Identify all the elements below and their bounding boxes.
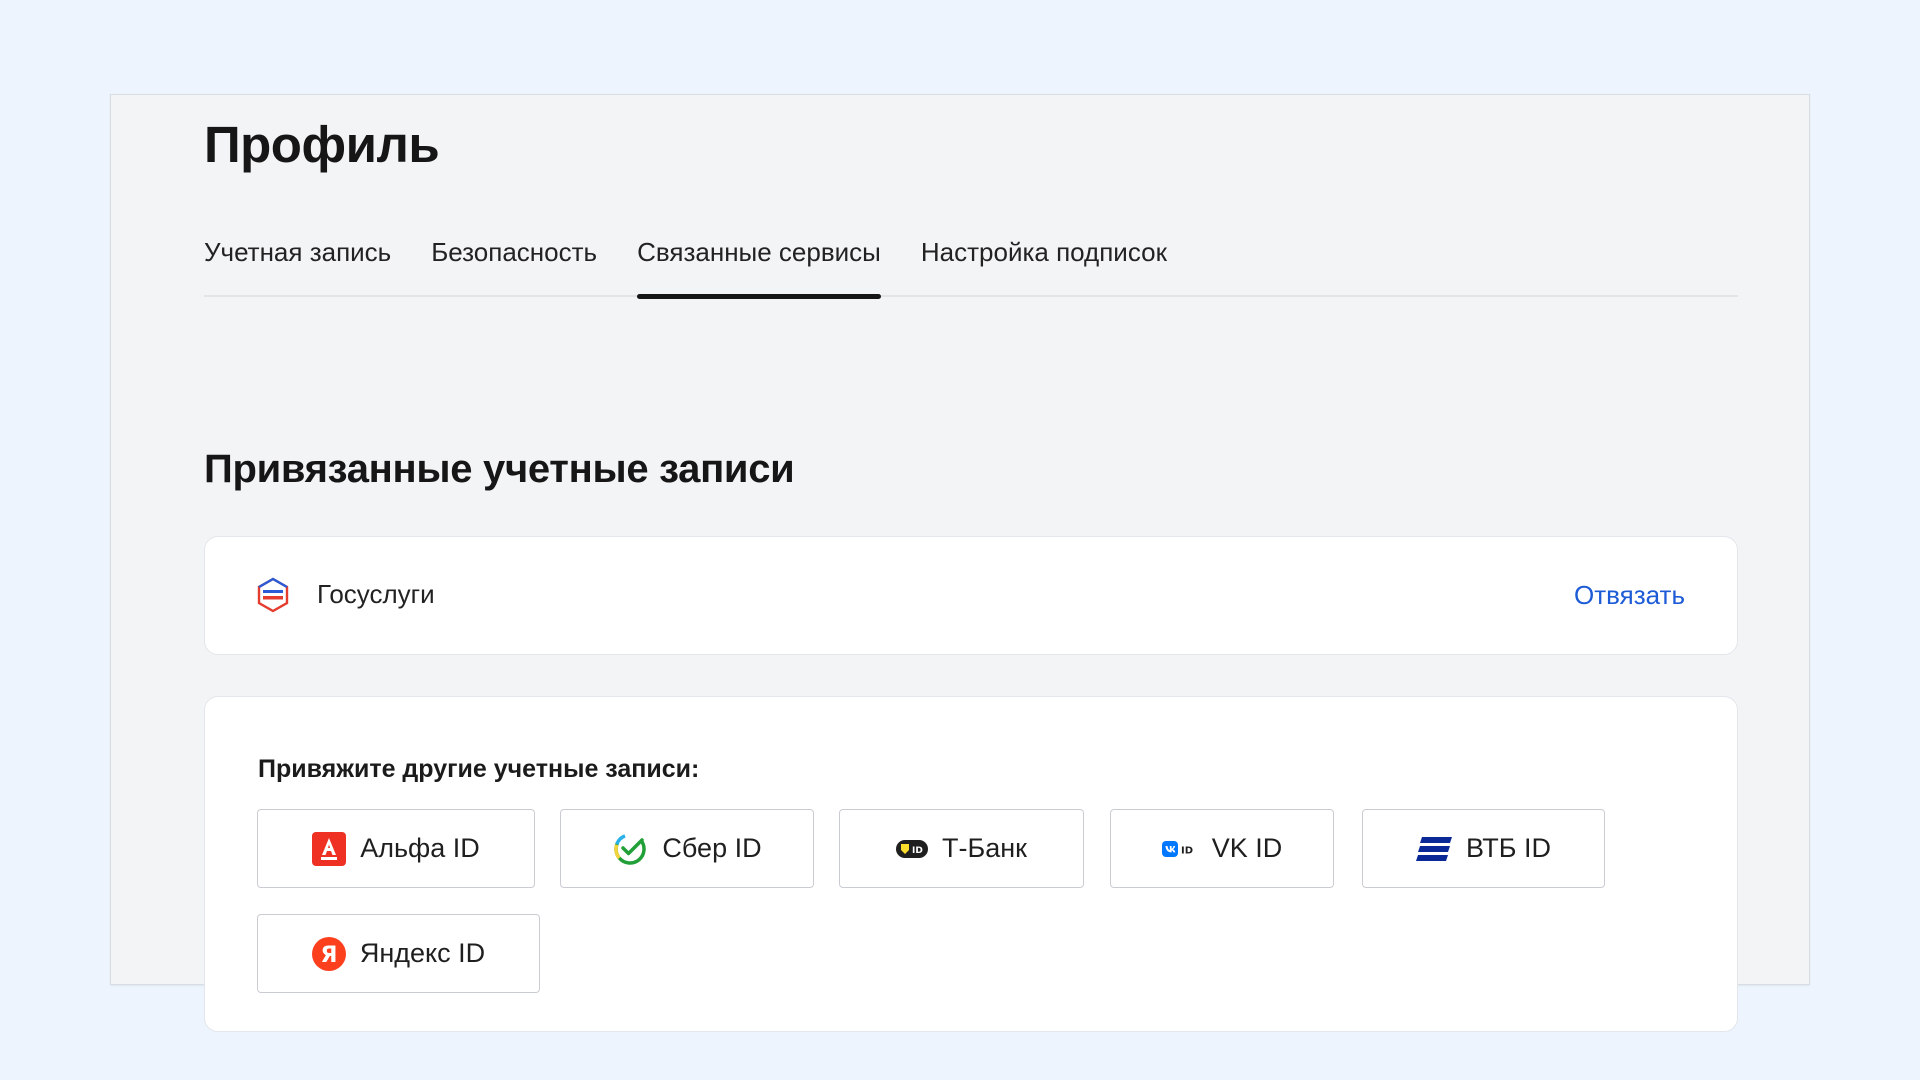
vk-id-button[interactable]: ID VK ID: [1110, 809, 1334, 888]
vtb-id-label: ВТБ ID: [1466, 833, 1551, 863]
alfa-id-button[interactable]: Альфа ID: [257, 809, 535, 888]
yandex-icon: Я: [311, 936, 346, 971]
vk-id-label: VK ID: [1211, 833, 1283, 863]
vtb-id-button[interactable]: ВТБ ID: [1362, 809, 1605, 888]
sber-id-label: Сбер ID: [662, 833, 762, 863]
vtb-icon: [1416, 836, 1453, 861]
svg-text:ID: ID: [1181, 845, 1193, 856]
yandex-id-label: Яндекс ID: [359, 938, 486, 968]
sber-id-button[interactable]: Сбер ID: [560, 809, 814, 888]
profile-window: Профиль Учетная запись Безопасность Связ…: [110, 94, 1810, 1032]
alfa-icon: [312, 831, 347, 866]
vk-icon: ID: [1161, 840, 1198, 858]
tab-subscriptions[interactable]: Настройка подписок: [921, 235, 1167, 297]
link-other-label: Привяжите другие учетные записи:: [258, 755, 700, 783]
yandex-id-button[interactable]: Я Яндекс ID: [257, 914, 540, 993]
linked-service-name: Госуслуги: [317, 579, 435, 609]
sber-icon: [612, 831, 648, 867]
tab-linked-services[interactable]: Связанные сервисы: [637, 235, 881, 299]
linked-accounts-title: Привязанные учетные записи: [204, 447, 795, 491]
page-title: Профиль: [204, 116, 440, 173]
gosuslugi-icon: [257, 577, 289, 613]
svg-text:Я: Я: [320, 943, 337, 968]
tbank-label: Т-Банк: [942, 833, 1027, 863]
profile-tabs: Учетная запись Безопасность Связанные се…: [204, 235, 1738, 299]
linked-account-gosuslugi: Госуслуги Отвязать: [204, 536, 1738, 655]
tbank-button[interactable]: ID Т-Банк: [839, 809, 1084, 888]
tbank-icon: ID: [896, 839, 929, 858]
tab-account[interactable]: Учетная запись: [204, 235, 391, 297]
unlink-gosuslugi-link[interactable]: Отвязать: [1574, 580, 1685, 611]
alfa-id-label: Альфа ID: [360, 833, 480, 863]
link-other-accounts-card: Привяжите другие учетные записи: Альфа I…: [204, 696, 1738, 1032]
svg-text:ID: ID: [912, 846, 923, 856]
tab-security[interactable]: Безопасность: [431, 235, 597, 297]
